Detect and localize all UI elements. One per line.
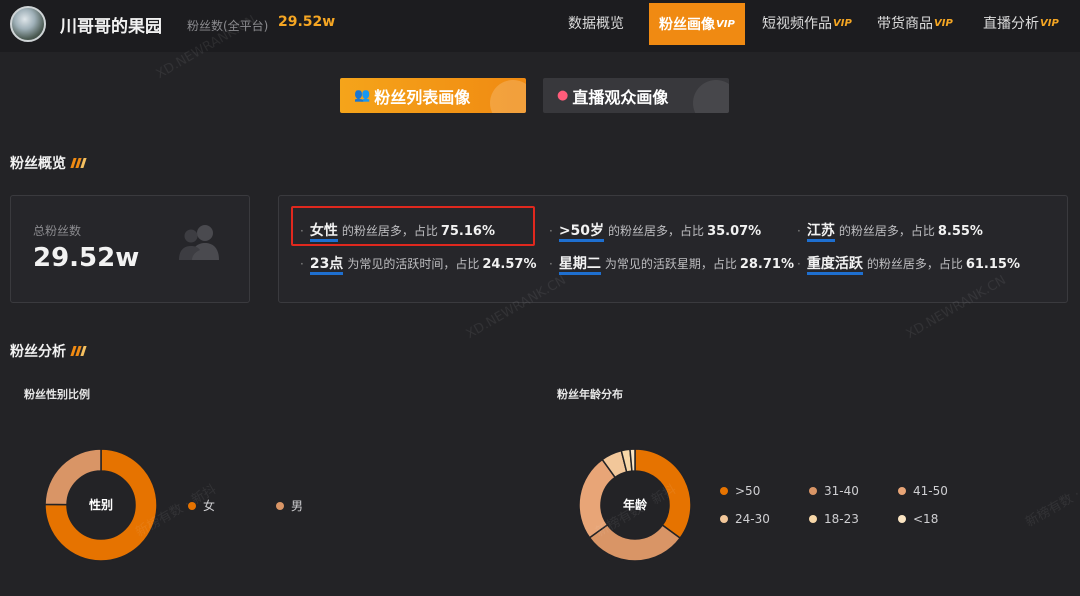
legend-dot [188,501,196,510]
tab-label: 粉丝画像 [659,17,715,33]
legend-label: >50 [735,484,761,498]
fans-count-value: 29.52w [278,14,336,30]
tab-label: 直播分析 [983,16,1039,32]
fact-key: 江苏 [806,223,835,242]
age-slice-2[interactable] [578,458,617,539]
legend-male[interactable]: 男 [276,497,303,514]
fans-count-label: 粉丝数(全平台) [187,19,269,33]
legend-label: 18-23 [824,512,859,526]
section-fan-overview: 粉丝概览 [10,153,87,173]
fact-key: >50岁 [558,223,605,242]
fact-text: 为常见的活跃时间，占比 [347,257,480,271]
tab-label: 数据概览 [568,16,624,32]
fact-age: · >50岁 的粉丝居多，占比 35.07% [549,222,761,242]
age-donut-chart: 年龄 [578,448,692,562]
fact-percent: 61.15% [965,257,1020,272]
fact-key: 23点 [309,256,344,275]
gender-slice-1[interactable] [44,448,102,506]
legend-label: 24-30 [735,512,770,526]
vip-badge: VIP [1040,17,1059,29]
avatar[interactable] [10,6,46,42]
vip-badge: VIP [934,17,953,29]
users-icon [179,225,219,260]
age-slice-1[interactable] [588,523,682,562]
tab-short-videos[interactable]: 短视频作品 VIP [762,0,852,46]
top-bar: 川哥哥的果园 粉丝数(全平台) 29.52w 数据概览 粉丝画像 VIP 短视频… [0,0,1080,52]
highlight-box [291,206,535,246]
legend-label: 女 [203,499,216,513]
account-name: 川哥哥的果园 [60,17,162,37]
subtab-fan-list-profile[interactable]: 👥 粉丝列表画像 [340,78,526,113]
legend-age-over-50[interactable]: >50 [720,484,760,498]
vip-badge: VIP [716,18,735,30]
tab-data-overview[interactable]: 数据概览 [568,0,624,46]
viewer-icon: ● [557,88,569,103]
legend-label: <18 [913,512,939,526]
legend-age-41-50[interactable]: 41-50 [898,484,948,498]
subtab-live-viewer-profile[interactable]: ● 直播观众画像 [543,78,729,113]
legend-age-18-23[interactable]: 18-23 [809,512,859,526]
total-fans-value: 29.52w [33,243,140,273]
watermark: 新榜有数 · 新抖 [1023,472,1080,531]
fans-icon: 👥 [354,88,371,103]
fact-text: 的粉丝居多，占比 [866,257,963,271]
title-decoration [70,158,87,168]
legend-age-under-18[interactable]: <18 [898,512,938,526]
legend-dot [276,501,284,510]
fact-active-time: · 23点 为常见的活跃时间，占比 24.57% [300,255,536,275]
fact-key: 星期二 [558,256,601,275]
fact-activity-level: · 重度活跃 的粉丝居多，占比 61.15% [797,255,1020,275]
section-title: 粉丝分析 [10,344,66,360]
fact-percent: 8.55% [937,224,983,239]
fact-text: 的粉丝居多，占比 [608,224,705,238]
fact-percent: 28.71% [739,257,794,272]
gender-donut-chart: 性别 [44,448,158,562]
fact-text: 的粉丝居多，占比 [838,224,935,238]
fact-text: 为常见的活跃星期，占比 [604,257,737,271]
decorative-circle [490,80,526,113]
fact-percent: 35.07% [707,224,762,239]
tab-label: 短视频作品 [762,16,832,32]
decorative-circle [693,80,729,113]
legend-female[interactable]: 女 [188,497,215,514]
fact-percent: 24.57% [482,257,537,272]
fact-key: 重度活跃 [806,256,863,275]
total-fans-card: 总粉丝数 29.52w [10,195,250,303]
fact-active-weekday: · 星期二 为常见的活跃星期，占比 28.71% [549,255,794,275]
tab-live-analysis[interactable]: 直播分析 VIP [983,0,1059,46]
donut-center-label: 性别 [88,497,113,512]
age-chart-title: 粉丝年龄分布 [557,388,623,401]
tab-label: 带货商品 [877,16,933,32]
legend-age-24-30[interactable]: 24-30 [720,512,770,526]
legend-label: 41-50 [913,484,948,498]
legend-label: 男 [291,499,304,513]
legend-age-31-40[interactable]: 31-40 [809,484,859,498]
vip-badge: VIP [833,17,852,29]
tab-products[interactable]: 带货商品 VIP [877,0,953,46]
legend-label: 31-40 [824,484,859,498]
section-fan-analysis: 粉丝分析 [10,341,87,361]
subtab-label: 粉丝列表画像 [374,87,471,107]
donut-center-label: 年龄 [623,497,648,512]
subtab-label: 直播观众画像 [572,87,669,107]
title-decoration [70,346,87,356]
section-title: 粉丝概览 [10,156,66,172]
total-fans-label: 总粉丝数 [33,224,82,238]
tab-fan-profile[interactable]: 粉丝画像 VIP [649,3,745,45]
fact-region: · 江苏 的粉丝居多，占比 8.55% [797,222,983,242]
gender-chart-title: 粉丝性别比例 [24,388,90,401]
